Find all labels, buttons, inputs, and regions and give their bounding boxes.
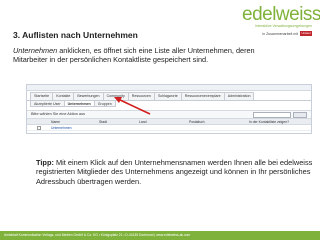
- tip-label: Tipp:: [36, 158, 54, 167]
- arrow-shaft: [117, 98, 151, 115]
- tip-text: Tipp: Mit einem Klick auf den Unternehme…: [36, 158, 316, 186]
- footer-bar: Amtsblatt Kommunikation Verlags- und Med…: [0, 231, 320, 240]
- footer-text: Amtsblatt Kommunikation Verlags- und Med…: [4, 233, 191, 237]
- tip-body: Mit einem Klick auf den Unternehmensname…: [36, 158, 313, 186]
- callout-arrow: [114, 97, 151, 115]
